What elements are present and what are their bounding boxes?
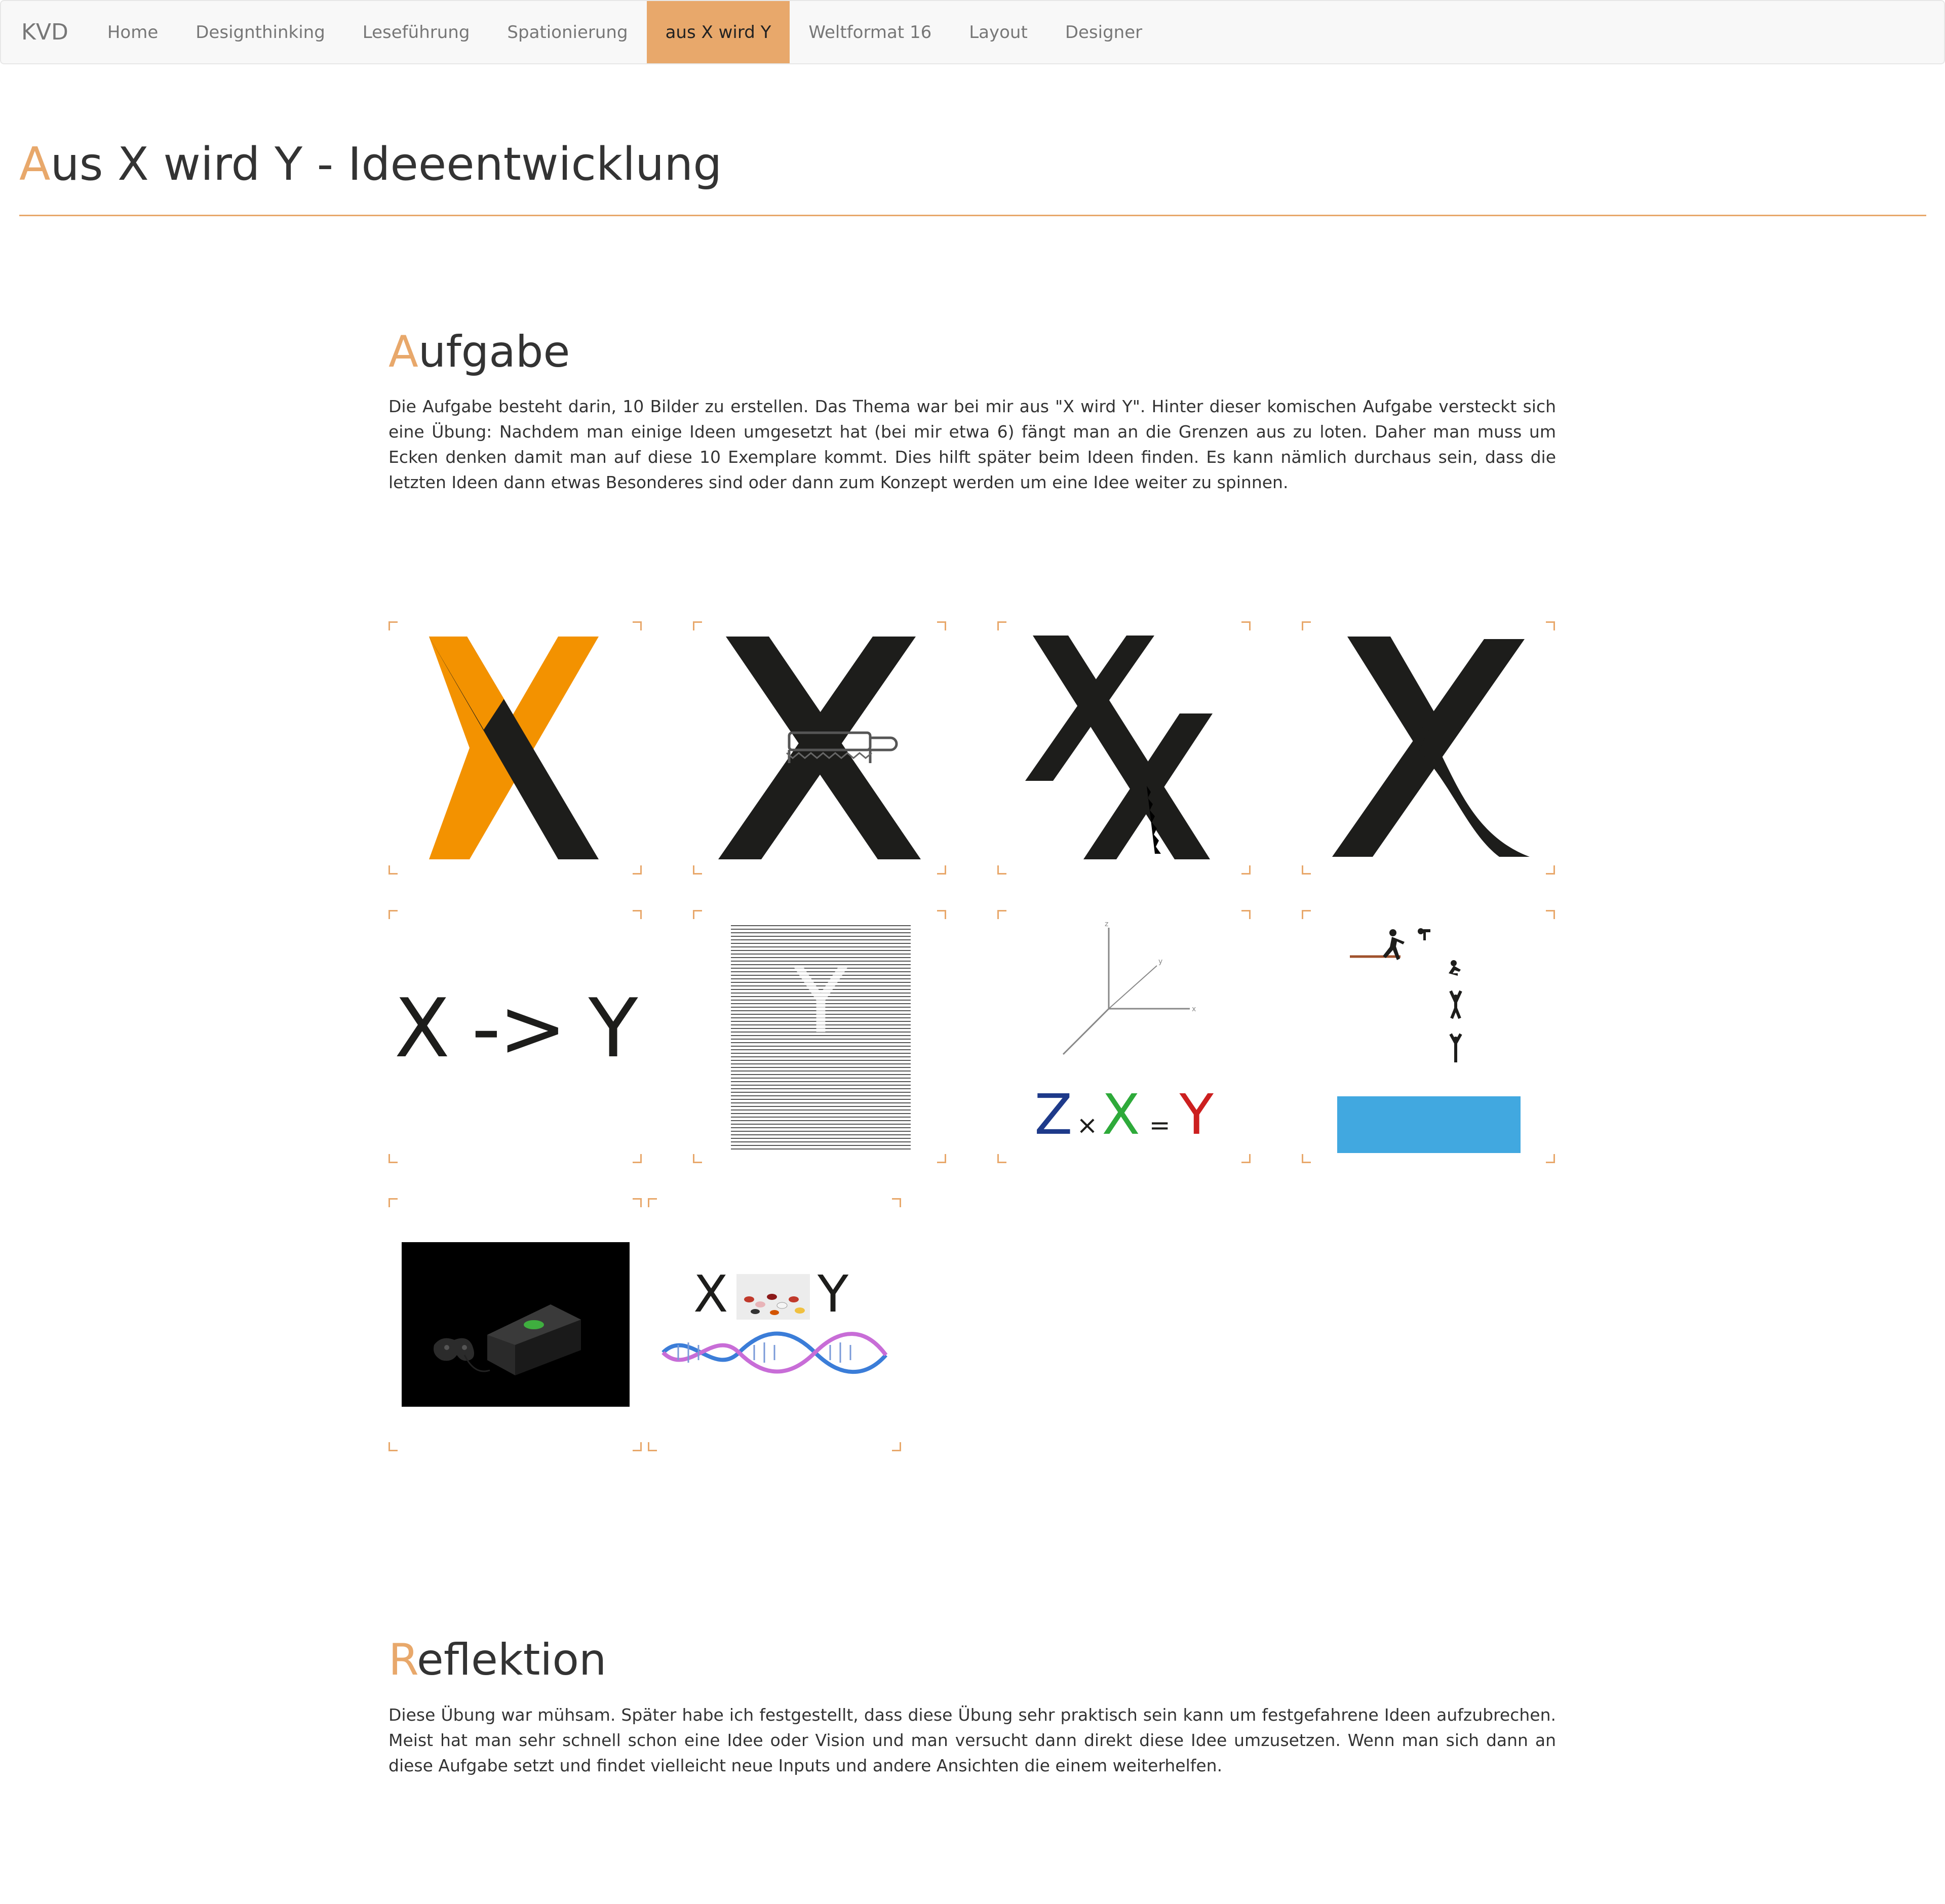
corner-mark <box>388 1154 398 1163</box>
orange-half-x-graphic <box>429 637 599 859</box>
aufgabe-heading-initial: A <box>388 327 418 377</box>
top-navbar: KVD Home Designthinking Leseführung Spat… <box>0 0 1945 64</box>
3d-axes-graphic: z y x <box>1062 920 1196 1055</box>
formula-times: × <box>1076 1110 1098 1140</box>
x-with-saw-graphic <box>718 637 921 859</box>
gallery-image-hidden-y-lines[interactable]: Y <box>693 910 946 1163</box>
formula-y: Y <box>1179 1082 1214 1147</box>
stick-figure-icon <box>1449 960 1461 976</box>
xbox-console-graphic <box>402 1242 630 1407</box>
title-divider <box>19 215 1926 216</box>
split-x-graphic <box>1025 636 1213 859</box>
axis-label-z: z <box>1105 920 1108 928</box>
formula-equals: = <box>1149 1110 1171 1140</box>
page-title-rest: us X wird Y - Ideeentwicklung <box>50 138 722 191</box>
falling-figures-graphic <box>1337 928 1521 1153</box>
stick-figure-icon <box>1418 928 1430 940</box>
stick-figure-icon <box>1449 1033 1462 1062</box>
gallery-image-x-with-saw[interactable] <box>693 621 946 875</box>
page-title-initial: A <box>19 138 51 191</box>
corner-mark <box>1241 1154 1251 1163</box>
nav-item-designthinking[interactable]: Designthinking <box>177 1 344 63</box>
gallery-image-x-with-curved-leg[interactable] <box>1302 621 1555 875</box>
formula-z: Z <box>1034 1082 1073 1147</box>
corner-mark <box>997 1154 1006 1163</box>
corner-mark <box>388 910 398 919</box>
nav-item-designer[interactable]: Designer <box>1046 1 1161 63</box>
gallery-image-x-pills-y-dna[interactable]: X Y <box>648 1198 901 1451</box>
stick-figure-icon <box>1449 990 1462 1019</box>
nav-item-aus-x-wird-y[interactable]: aus X wird Y <box>646 1 790 63</box>
nav-item-lesefuehrung[interactable]: Leseführung <box>344 1 489 63</box>
water-pool <box>1337 1096 1521 1153</box>
corner-mark <box>633 910 642 919</box>
gallery-image-falling-figures[interactable] <box>1302 910 1555 1163</box>
formula-x: X <box>1102 1082 1140 1147</box>
corner-mark <box>937 1154 946 1163</box>
nav-item-home[interactable]: Home <box>89 1 177 63</box>
reflektion-heading: Reflektion <box>388 1635 606 1685</box>
corner-mark <box>693 1154 702 1163</box>
brand-link[interactable]: KVD <box>1 1 89 63</box>
hidden-y-letter: Y <box>793 948 849 1054</box>
nav-item-layout[interactable]: Layout <box>950 1 1046 63</box>
x-arrow-y-text: X -> Y <box>394 981 638 1076</box>
nav-item-spationierung[interactable]: Spationierung <box>488 1 646 63</box>
page-title: Aus X wird Y - Ideeentwicklung <box>19 138 722 191</box>
formula: Z ×X = Y <box>997 1082 1251 1147</box>
gallery-image-split-x[interactable] <box>997 621 1251 875</box>
corner-mark <box>937 910 946 919</box>
gallery-image-x-arrow-y[interactable]: X -> Y <box>388 910 642 1163</box>
nav-item-weltformat-16[interactable]: Weltformat 16 <box>790 1 950 63</box>
corner-mark <box>633 1154 642 1163</box>
pills-dna-graphic <box>662 1274 888 1374</box>
x-with-curved-leg-graphic <box>1332 637 1530 857</box>
dna-helix-icon <box>662 1331 888 1374</box>
reflektion-heading-rest: eflektion <box>416 1635 607 1685</box>
reflektion-text: Diese Übung war mühsam. Später habe ich … <box>388 1705 1556 1775</box>
axis-label-x: x <box>1192 1005 1196 1013</box>
aufgabe-heading: Aufgabe <box>388 327 570 377</box>
gallery-image-orange-half-x[interactable] <box>388 621 642 875</box>
gallery-image-axes-formula[interactable]: z y x Z ×X = Y <box>997 910 1251 1163</box>
reflektion-heading-initial: R <box>388 1635 417 1685</box>
gallery-image-xbox-console[interactable] <box>388 1198 642 1451</box>
aufgabe-heading-rest: ufgabe <box>418 327 570 377</box>
corner-mark <box>693 910 702 919</box>
axis-label-y: y <box>1158 958 1162 966</box>
aufgabe-text: Die Aufgabe besteht darin, 10 Bilder zu … <box>388 396 1556 492</box>
